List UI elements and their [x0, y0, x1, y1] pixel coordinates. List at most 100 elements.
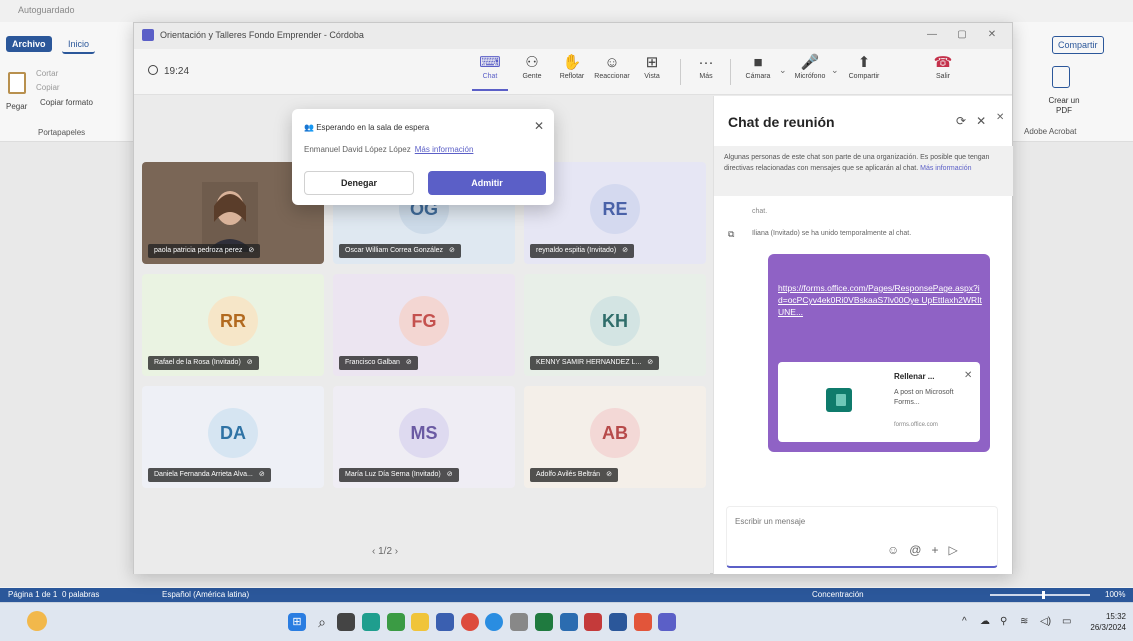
cut-button[interactable]: Cortar: [36, 69, 58, 78]
emoji-icon[interactable]: ☺: [887, 543, 909, 557]
participant-tile[interactable]: DA Daniela Fernanda Arrieta Alva... ⊘: [142, 386, 324, 488]
tab-archivo[interactable]: Archivo: [6, 36, 52, 52]
hand-icon: ✋: [562, 54, 582, 71]
search-icon[interactable]: ⌕: [313, 613, 331, 631]
word-icon[interactable]: [609, 613, 627, 631]
add-icon[interactable]: +: [931, 543, 948, 557]
excel-icon[interactable]: [535, 613, 553, 631]
minimize-button[interactable]: —: [924, 27, 940, 43]
compose-box[interactable]: Escribir un mensaje ☺@+▷: [726, 506, 998, 568]
more-button[interactable]: ··· Más: [688, 53, 724, 91]
system-message: chat.: [752, 208, 768, 215]
participant-tile[interactable]: MS María Luz Día Serna (Invitado) ⊘: [333, 386, 515, 488]
link-preview-card[interactable]: Rellenar ... ✕ A post on Microsoft Forms…: [778, 362, 980, 442]
chat-message: https://forms.office.com/Pages/ResponseP…: [768, 254, 990, 452]
tray-cloud-icon[interactable]: ☁: [980, 616, 990, 627]
mic-button[interactable]: 🎤 Micrófono: [792, 53, 828, 91]
remove-preview-icon[interactable]: ✕: [964, 370, 972, 381]
edge-icon[interactable]: [485, 613, 503, 631]
zoom-thumb[interactable]: [1042, 591, 1045, 599]
participant-tile[interactable]: FG Francisco Galban ⊘: [333, 274, 515, 376]
pager-next-chevron-icon[interactable]: ›: [395, 546, 398, 557]
battery-icon[interactable]: ▭: [1062, 616, 1071, 627]
send-icon[interactable]: ▷: [948, 543, 967, 557]
more-info-link[interactable]: Más información: [415, 145, 474, 154]
org-notice: Algunas personas de este chat son parte …: [714, 146, 1013, 196]
close-icon[interactable]: ✕: [534, 119, 544, 133]
weather-icon[interactable]: [27, 611, 47, 631]
tab-inicio[interactable]: Inicio: [62, 36, 96, 54]
teams-app-icon: [142, 29, 154, 41]
camera-button[interactable]: ■ Cámara: [740, 53, 776, 91]
avatar: FG: [399, 296, 449, 346]
close-window-button[interactable]: ✕: [984, 27, 1000, 43]
paste-icon[interactable]: [8, 72, 26, 94]
copy-button[interactable]: Copiar: [36, 83, 60, 92]
status-focus[interactable]: Concentración: [812, 590, 864, 599]
close-chat-icon[interactable]: ✕: [976, 114, 986, 128]
raise-hand-button[interactable]: ✋ Reflotar: [554, 53, 590, 91]
pdf-icon[interactable]: [1052, 66, 1070, 88]
media-icon[interactable]: [634, 613, 652, 631]
paste-button[interactable]: Pegar: [6, 102, 27, 111]
deny-button[interactable]: Denegar: [304, 171, 414, 195]
wifi-icon[interactable]: ≋: [1020, 616, 1028, 627]
message-link[interactable]: https://forms.office.com/Pages/ResponseP…: [778, 282, 984, 318]
view-button[interactable]: ⊞ Vista: [634, 53, 670, 91]
taskbar: ⊞ ⌕ ^ ☁ ⚲ ≋ ◁) ▭ 15:32 26/3/2024: [0, 602, 1133, 641]
start-icon[interactable]: ⊞: [288, 613, 306, 631]
maximize-button[interactable]: ▢: [954, 27, 970, 43]
participant-name: María Luz Día Serna (Invitado) ⊘: [339, 468, 459, 482]
mic-options-chevron-icon[interactable]: ⌄: [831, 65, 839, 76]
dismiss-notice-icon[interactable]: ✕: [996, 112, 1004, 123]
people-button[interactable]: ⚇ Gente: [514, 53, 550, 91]
mic-off-icon: ⊘: [246, 359, 253, 366]
leave-label: Salir: [935, 73, 950, 80]
tray-chevron-icon[interactable]: ^: [962, 616, 967, 627]
outlook-icon[interactable]: [560, 613, 578, 631]
lobby-people-icon: 👥: [304, 123, 317, 132]
volume-icon[interactable]: ◁): [1040, 616, 1051, 627]
notice-link[interactable]: Más información: [920, 165, 971, 172]
camera-options-chevron-icon[interactable]: ⌄: [779, 65, 787, 76]
participant-tile[interactable]: KH KENNY SAMIR HERNANDEZ L... ⊘: [524, 274, 706, 376]
task-view-icon[interactable]: [337, 613, 355, 631]
compose-input[interactable]: Escribir un mensaje: [735, 517, 805, 526]
react-label: Reaccionar: [594, 73, 630, 80]
more-icon: ···: [698, 54, 714, 71]
smile-icon: ☺: [604, 54, 620, 71]
widgets-icon[interactable]: [362, 613, 380, 631]
clock[interactable]: 15:32 26/3/2024: [1082, 611, 1126, 633]
react-button[interactable]: ☺ Reaccionar: [594, 53, 630, 91]
create-pdf-button[interactable]: Crear un PDF: [1044, 96, 1084, 116]
tray-pin-icon[interactable]: ⚲: [1000, 616, 1007, 627]
forms-icon: [826, 388, 852, 412]
format-painter-button[interactable]: Copiar formato: [40, 98, 93, 107]
admit-button[interactable]: Admitir: [428, 171, 546, 195]
autosave-label[interactable]: Autoguardado: [18, 5, 75, 15]
acrobat-icon[interactable]: [584, 613, 602, 631]
participant-tile[interactable]: RR Rafael de la Rosa (Invitado) ⊘: [142, 274, 324, 376]
store-icon[interactable]: [436, 613, 454, 631]
status-page[interactable]: Página 1 de 1: [8, 590, 57, 599]
share-screen-button[interactable]: ⬆ Compartir: [846, 53, 882, 91]
leave-button[interactable]: ☎ Salir: [924, 53, 962, 91]
participant-tile[interactable]: AB Adolfo Avilés Beltrán ⊘: [524, 386, 706, 488]
grid-icon: ⊞: [645, 54, 659, 71]
chat-button[interactable]: ⌨ Chat: [472, 53, 508, 91]
refresh-icon[interactable]: ⟳: [956, 114, 966, 128]
word-share-button[interactable]: Compartir: [1052, 36, 1104, 54]
zoom-level[interactable]: 100%: [1105, 590, 1125, 599]
loop-icon[interactable]: @: [909, 543, 931, 557]
chrome-icon[interactable]: [461, 613, 479, 631]
file-explorer-icon[interactable]: [411, 613, 429, 631]
participant-name: paola patricia pedroza perez ⊘: [148, 244, 261, 258]
zoom-slider[interactable]: [990, 594, 1090, 596]
lobby-person: Enmanuel David López López: [304, 145, 411, 154]
participant-name: Oscar William Correa González ⊘: [339, 244, 461, 258]
chat-app-icon[interactable]: [387, 613, 405, 631]
teams-icon[interactable]: [658, 613, 676, 631]
settings-icon[interactable]: [510, 613, 528, 631]
status-words[interactable]: 0 palabras: [62, 590, 99, 599]
status-language[interactable]: Español (América latina): [162, 590, 249, 599]
